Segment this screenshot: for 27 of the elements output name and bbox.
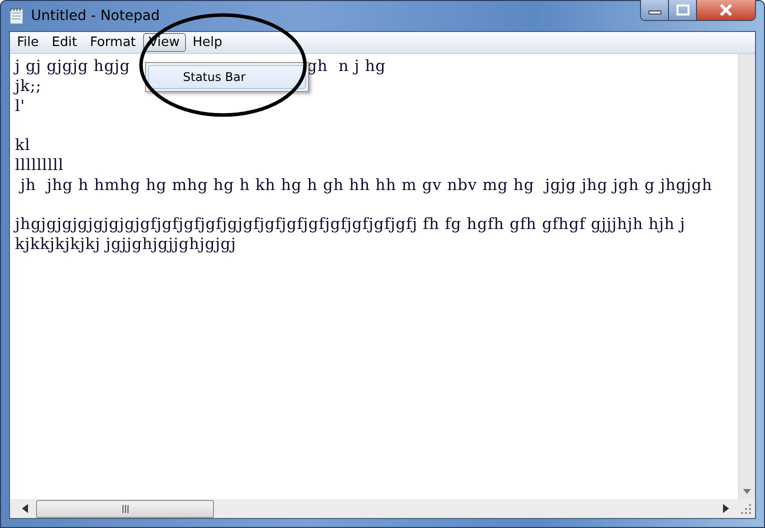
text-line: j gj gjgjg hgjg (15, 57, 130, 77)
text-line: lllllllll (15, 156, 64, 176)
left-arrow-icon[interactable] (22, 504, 28, 513)
menu-option[interactable]: Status Bar (148, 65, 306, 89)
text-line: jk;; (15, 76, 42, 97)
minimize-button[interactable] (641, 0, 669, 20)
menu-item[interactable]: Edit (46, 33, 83, 52)
menu-item[interactable]: File (11, 33, 45, 52)
menu-item[interactable]: Help (186, 33, 228, 52)
close-button[interactable] (697, 0, 755, 20)
text-line: jh jhg h hmhg hg mhg hg h kh hg h gh hh hh m gv nbv mg hg jgjg jhg jgh g jhgjgh (18, 176, 712, 196)
maximize-button[interactable] (669, 0, 697, 20)
right-arrow-icon[interactable] (723, 504, 729, 513)
text-line: l' (15, 96, 26, 116)
menu-item[interactable]: Format (84, 33, 142, 52)
scrollbar-thumb[interactable] (36, 500, 214, 518)
resize-grip-icon[interactable] (741, 504, 751, 514)
text-line: jhgjgjgjgjgjgjgjgfjgfjgfjgfjgjgfjgfjgfjgfjgfjgfjgfjgfj fh fg hgfh gfh gfhgf gjjjhjh hjh j (15, 215, 686, 236)
text-line: kjkkjkjkjkj jgjjghjgjjghjgjgj (15, 235, 236, 255)
vertical-scrollbar[interactable] (738, 54, 755, 499)
maximize-icon (676, 4, 690, 16)
grip-lines-icon (122, 504, 128, 512)
notepad-icon (9, 7, 25, 25)
text-line: kl (15, 136, 30, 156)
down-arrow-icon[interactable] (743, 489, 751, 494)
window-title: Untitled - Notepad (31, 8, 161, 24)
close-icon (718, 4, 734, 16)
